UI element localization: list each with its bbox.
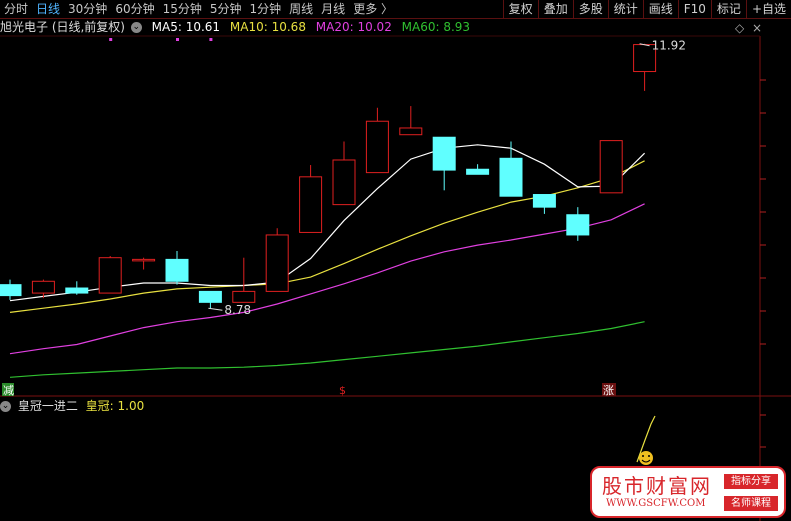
watermark-tag-course: 名师课程 bbox=[724, 496, 778, 511]
candle-down bbox=[432, 136, 456, 171]
settings-icon[interactable]: ⌄ bbox=[130, 22, 142, 33]
candle-up bbox=[132, 258, 156, 262]
period-tab[interactable]: 60分钟 bbox=[111, 0, 158, 18]
stock-title[interactable]: 旭光电子 (日线,前复权) bbox=[0, 20, 125, 34]
period-tab[interactable]: 15分钟 bbox=[159, 0, 206, 18]
candle-down bbox=[466, 168, 490, 175]
signal-dot bbox=[209, 38, 213, 41]
period-tab[interactable]: 日线 bbox=[32, 0, 64, 18]
low-price-label: 8.78 bbox=[224, 303, 251, 317]
period-tabs: 分时 日线 30分钟 60分钟 15分钟 5分钟 1分钟 周线 月线 更多 〉 bbox=[0, 0, 397, 18]
candle-down bbox=[198, 290, 222, 303]
candle-down bbox=[499, 157, 523, 197]
ma60-value: MA60: 8.93 bbox=[401, 20, 471, 34]
smiley-icon bbox=[639, 451, 653, 465]
sub-indicator-bar: ⌄ 皇冠一进二 皇冠: 1.00 bbox=[0, 398, 144, 414]
right-toolbar: 复权 叠加 多股 统计 画线 F10 标记 +自选 bbox=[502, 0, 791, 18]
watermark-tag-share: 指标分享 bbox=[724, 474, 778, 489]
watermark-title: 股市财富网 bbox=[602, 474, 712, 498]
ma60-line bbox=[9, 321, 645, 378]
period-tab[interactable]: 1分钟 bbox=[246, 0, 286, 18]
ma-info-bar: 旭光电子 (日线,前复权) ⌄ MA5: 10.61 MA10: 10.68 M… bbox=[0, 19, 476, 35]
diamond-icon: ◇ bbox=[735, 21, 745, 35]
candle-up bbox=[365, 120, 389, 174]
period-tab[interactable]: 5分钟 bbox=[206, 0, 246, 18]
candle-down bbox=[65, 287, 89, 294]
period-tab[interactable]: 月线 bbox=[317, 0, 349, 18]
candle-up bbox=[599, 140, 623, 194]
ma20-value: MA20: 10.02 bbox=[315, 20, 392, 34]
period-tab[interactable]: 更多 〉 bbox=[349, 0, 397, 18]
candle-down bbox=[566, 214, 590, 236]
sub-indicator-name[interactable]: 皇冠一进二 bbox=[18, 399, 78, 413]
smiley-eye bbox=[642, 455, 644, 457]
toolbar-button[interactable]: 统计 bbox=[607, 0, 643, 18]
ma10-value: MA10: 10.68 bbox=[229, 20, 306, 34]
candle-down bbox=[532, 194, 556, 208]
indicator-settings-icon[interactable]: ⌄ bbox=[0, 401, 11, 412]
candle-up bbox=[232, 290, 256, 303]
ma5-value: MA5: 10.61 bbox=[151, 20, 221, 34]
toolbar-button[interactable]: 多股 bbox=[572, 0, 608, 18]
period-tab[interactable]: 分时 bbox=[0, 0, 32, 18]
marker-left-label: 减 bbox=[3, 384, 14, 397]
smiley-eye bbox=[648, 455, 650, 457]
low-arrow bbox=[208, 307, 223, 311]
kline-chart[interactable]: 11.92 8.78 减 $ 涨 ◇ × bbox=[0, 0, 791, 521]
marker-right-label: 涨 bbox=[603, 384, 614, 397]
close-icon: × bbox=[752, 21, 762, 35]
toolbar-button[interactable]: 叠加 bbox=[537, 0, 573, 18]
signal-dot bbox=[176, 38, 179, 41]
period-tab[interactable]: 周线 bbox=[285, 0, 317, 18]
toolbar-button[interactable]: 画线 bbox=[642, 0, 678, 18]
candle-up bbox=[332, 159, 356, 206]
candle-down bbox=[165, 258, 189, 282]
candle-up bbox=[265, 234, 289, 292]
candle-up bbox=[299, 176, 323, 233]
toolbar-button[interactable]: F10 bbox=[677, 0, 711, 18]
marker-mid-label: $ bbox=[339, 384, 346, 397]
candle-up bbox=[399, 127, 423, 136]
high-price-label: 11.92 bbox=[652, 39, 686, 53]
top-toolbar: 分时 日线 30分钟 60分钟 15分钟 5分钟 1分钟 周线 月线 更多 〉 复权 叠加 多股 统计画… bbox=[0, 0, 791, 19]
period-tab[interactable]: 30分钟 bbox=[64, 0, 111, 18]
sub-indicator-value: 皇冠: 1.00 bbox=[85, 399, 145, 413]
watermark-url: WWW.GSCFW.COM bbox=[606, 498, 706, 509]
candle-up bbox=[98, 257, 122, 294]
toolbar-button[interactable]: +自选 bbox=[745, 0, 791, 18]
toolbar-button[interactable]: 标记 bbox=[710, 0, 746, 18]
candle-up bbox=[31, 280, 55, 294]
signal-dot bbox=[109, 38, 113, 41]
watermark-logo: 股市财富网 WWW.GSCFW.COM 指标分享 名师课程 bbox=[590, 466, 786, 518]
toolbar-button[interactable]: 复权 bbox=[502, 0, 538, 18]
candle-down bbox=[0, 284, 22, 297]
